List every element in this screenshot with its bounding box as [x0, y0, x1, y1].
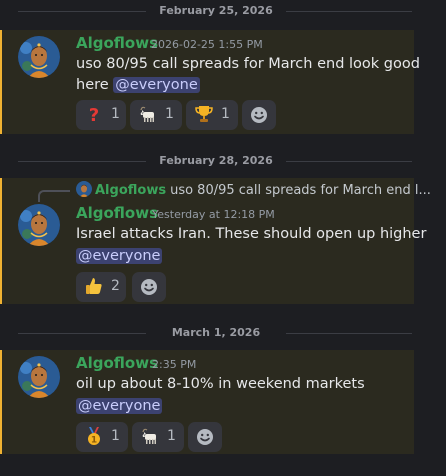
message-author[interactable]: Algoflows — [76, 34, 158, 52]
message-text-line: Israel attacks Iran. These should open u… — [76, 226, 427, 242]
message-text-line: oil up about 8-10% in weekend markets — [76, 376, 365, 392]
smiley-icon — [141, 279, 157, 295]
reaction-question[interactable]: ? 1 — [76, 100, 126, 130]
message-text-line: here @everyone — [76, 77, 200, 93]
message[interactable]: Algoflows 2:35 PM oil up about 8-10% in … — [0, 350, 414, 454]
avatar[interactable] — [18, 204, 60, 246]
reaction-goat[interactable]: 1 — [132, 422, 184, 452]
reaction-count: 1 — [111, 428, 120, 444]
message-text: here — [76, 77, 109, 93]
reply-author[interactable]: Algoflows — [95, 183, 166, 198]
message[interactable]: Algoflows uso 80/95 call spreads for Marc… — [0, 178, 431, 304]
message-timestamp: 2026-02-25 1:55 PM — [151, 38, 263, 51]
message-author[interactable]: Algoflows — [76, 204, 158, 222]
avatar-image-icon — [18, 204, 60, 246]
goat-icon — [140, 426, 160, 446]
question-icon: ? — [84, 104, 104, 124]
goat-icon — [138, 104, 158, 124]
first-place-medal-icon: 1 — [84, 426, 104, 446]
svg-text:1: 1 — [91, 436, 97, 446]
thumbs-up-icon — [84, 276, 104, 296]
date-divider-label: February 28, 2026 — [159, 154, 273, 167]
message-text-line: @everyone — [76, 248, 163, 264]
reaction-count: 1 — [111, 106, 120, 122]
reply-connector — [38, 190, 70, 202]
message-author[interactable]: Algoflows — [76, 354, 158, 372]
avatar[interactable] — [18, 36, 60, 78]
add-reaction-button[interactable] — [132, 272, 166, 302]
date-divider: February 25, 2026 — [0, 4, 446, 18]
message-text-line: @everyone — [76, 398, 163, 414]
message[interactable]: Algoflows 2026-02-25 1:55 PM uso 80/95 c… — [0, 30, 420, 134]
reply-preview-text[interactable]: uso 80/95 call spreads for March end l..… — [170, 183, 431, 198]
smiley-icon — [251, 107, 267, 123]
message-feed: February 25, 2026 Algoflows 2026-02-25 1… — [0, 0, 446, 476]
reaction-count: 1 — [221, 106, 230, 122]
reaction-thumbs-up[interactable]: 2 — [76, 272, 126, 302]
trophy-icon — [194, 104, 214, 124]
message-timestamp: 2:35 PM — [152, 358, 197, 371]
reaction-goat[interactable]: 1 — [130, 100, 182, 130]
reaction-count: 2 — [111, 278, 120, 294]
message-timestamp: Yesterday at 12:18 PM — [152, 208, 275, 221]
date-divider: February 28, 2026 — [0, 154, 446, 168]
avatar-image-icon — [18, 36, 60, 78]
reaction-count: 1 — [165, 106, 174, 122]
everyone-mention[interactable]: @everyone — [76, 398, 163, 414]
avatar[interactable] — [18, 356, 60, 398]
everyone-mention[interactable]: @everyone — [76, 248, 163, 264]
reaction-trophy[interactable]: 1 — [186, 100, 238, 130]
date-divider-label: March 1, 2026 — [171, 326, 261, 339]
message-text-line: uso 80/95 call spreads for March end loo… — [76, 56, 420, 72]
add-reaction-button[interactable] — [242, 100, 276, 130]
svg-text:?: ? — [89, 105, 99, 124]
smiley-icon — [197, 429, 213, 445]
add-reaction-button[interactable] — [188, 422, 222, 452]
reply-preview[interactable]: Algoflows uso 80/95 call spreads for Marc… — [76, 181, 431, 199]
reaction-first-place[interactable]: 1 1 — [76, 422, 128, 452]
date-divider: March 1, 2026 — [0, 326, 446, 340]
reply-avatar — [76, 181, 92, 197]
everyone-mention[interactable]: @everyone — [113, 77, 200, 93]
reaction-count: 1 — [167, 428, 176, 444]
avatar-image-icon — [18, 356, 60, 398]
date-divider-label: February 25, 2026 — [159, 4, 273, 17]
